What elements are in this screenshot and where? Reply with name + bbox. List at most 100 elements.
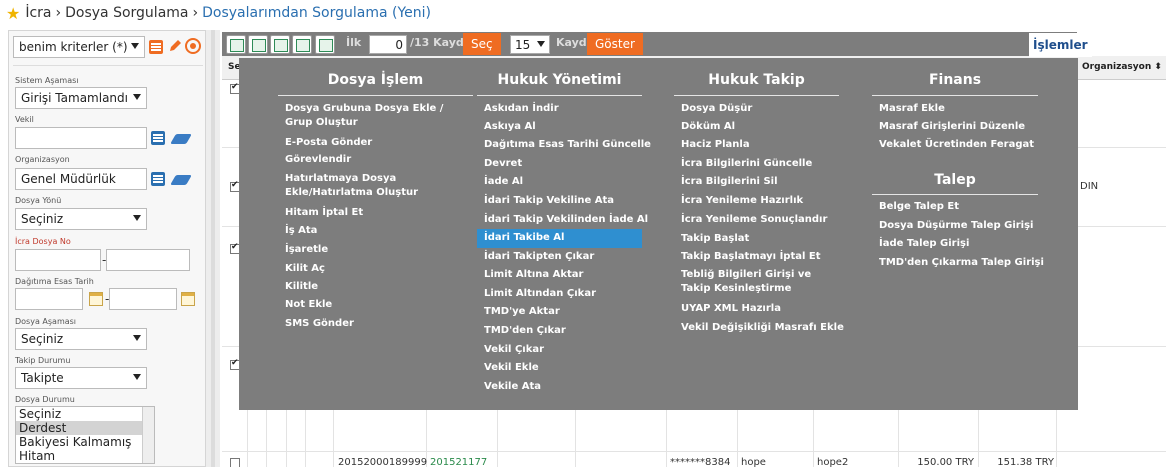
menu-item[interactable]: Kilitle — [278, 280, 473, 294]
menu-item[interactable]: Vekil Ekle — [477, 361, 642, 375]
calendar-icon[interactable] — [89, 292, 103, 306]
sort-icon: ⬍ — [1154, 62, 1162, 72]
menu-item[interactable]: Belge Talep Et — [872, 200, 1038, 214]
list-icon[interactable] — [151, 172, 165, 186]
menu-item[interactable]: Tebliğ Bilgileri Girişi ve Takip Kesinle… — [674, 268, 824, 296]
breadcrumb-current[interactable]: Dosyalarımdan Sorgulama (Yeni) — [202, 5, 431, 21]
menu-item[interactable]: Limit Altına Aktar — [477, 268, 642, 282]
menu-item[interactable]: Hatırlatmaya Dosya Ekle/Hatırlatma Oluşt… — [278, 172, 428, 200]
icra-no-link[interactable]: 201521177 — [430, 457, 487, 467]
panel-splitter[interactable] — [206, 30, 220, 467]
menu-item[interactable]: İcra Yenileme Hazırlık — [674, 194, 839, 208]
dosya-yonu-value: Seçiniz — [21, 212, 64, 226]
menu-item[interactable]: Vekil Çıkar — [477, 343, 642, 357]
dagitima-start-date-input[interactable] — [15, 288, 83, 310]
menu-item[interactable]: Haciz Planla — [674, 138, 839, 152]
criteria-select[interactable]: benim kriterler (*) — [13, 36, 145, 58]
sec-button[interactable]: Seç — [463, 33, 501, 55]
vekil-input[interactable] — [15, 127, 147, 149]
refresh-icon[interactable] — [292, 35, 312, 54]
dagitima-end-date-input[interactable] — [109, 288, 177, 310]
menu-item[interactable]: Dağıtıma Esas Tarihi Güncelle — [477, 138, 651, 152]
menu-item[interactable]: İcra Bilgilerini Sil — [674, 175, 839, 189]
menu-item[interactable]: E-Posta Gönder — [278, 136, 473, 150]
menu-item[interactable]: İade Talep Girişi — [872, 237, 1038, 251]
islemler-menu-button[interactable]: İşlemler — [1029, 33, 1092, 57]
menu-item[interactable]: Vekil Değişikliği Masrafı Ekle — [674, 321, 844, 335]
menu-item[interactable]: Not Ekle — [278, 298, 473, 312]
takip-durumu-select[interactable]: Takipte — [15, 367, 147, 389]
menu-item[interactable]: Devret — [477, 157, 642, 171]
dosya-yonu-select[interactable]: Seçiniz — [15, 208, 147, 230]
copy-icon[interactable] — [315, 35, 335, 54]
menu-item[interactable]: Askıdan İndir — [477, 102, 642, 116]
organizasyon-column-header[interactable]: Organizasyon ⬍ — [1078, 56, 1166, 80]
breadcrumb-root[interactable]: İcra — [25, 5, 51, 21]
menu-item[interactable]: Dosya Düşür — [674, 102, 839, 116]
dosya-durumu-listbox[interactable]: Seçiniz Derdest Bakiyesi Kalmamış Hitam — [15, 406, 155, 464]
pencil-icon[interactable] — [167, 38, 183, 54]
takip-durumu-label: Takip Durumu — [15, 356, 71, 365]
dagitima-esas-tarih-label: Dağıtıma Esas Tarih — [15, 277, 94, 286]
menu-item[interactable]: Dosya Grubuna Dosya Ekle / Grup Oluştur — [278, 102, 468, 130]
menu-item[interactable]: İade Al — [477, 175, 642, 189]
dosya-durumu-option[interactable]: Hitam — [16, 449, 154, 463]
eraser-icon[interactable] — [170, 175, 192, 185]
menu-item[interactable]: İş Ata — [278, 224, 473, 238]
sistem-asamasi-label: Sistem Aşaması — [15, 76, 79, 85]
menu-item[interactable]: Takip Başlat — [674, 232, 839, 246]
menu-item[interactable]: Vekalet Ücretinden Feragat — [872, 138, 1038, 152]
menu-item[interactable]: Kilit Aç — [278, 262, 473, 276]
menu-item[interactable]: Döküm Al — [674, 120, 839, 134]
dosya-asamasi-select[interactable]: Seçiniz — [15, 328, 147, 350]
dosya-durumu-option[interactable]: Derdest — [16, 421, 154, 435]
owner-cell: hope — [741, 457, 766, 467]
dosya-durumu-option[interactable]: Seçiniz — [16, 407, 154, 421]
list-icon[interactable] — [149, 40, 163, 54]
select-all-icon[interactable] — [226, 35, 246, 54]
eraser-icon[interactable] — [170, 134, 192, 144]
menu-item[interactable]: İdari Takip Vekilinden İade Al — [477, 213, 648, 227]
menu-item[interactable]: TMD'den Çıkarma Talep Girişi — [872, 256, 1044, 270]
list-icon[interactable] — [151, 131, 165, 145]
menu-item[interactable]: Hitam İptal Et — [278, 206, 473, 220]
menu-item[interactable]: İdari Takipten Çıkar — [477, 250, 642, 264]
deselect-icon[interactable] — [248, 35, 268, 54]
menu-item[interactable]: İcra Yenileme Sonuçlandır — [674, 213, 839, 227]
menu-item-highlighted[interactable]: İdari Takibe Al — [477, 229, 642, 248]
menu-column-hukuk-takip: Hukuk Takip Dosya Düşür Döküm Al Haciz P… — [674, 58, 844, 410]
menu-item[interactable]: TMD'ye Aktar — [477, 305, 642, 319]
menu-item[interactable]: Masraf Girişlerini Düzenle — [872, 120, 1038, 134]
calendar-icon[interactable] — [181, 292, 195, 306]
page-size-value: 15 — [515, 38, 531, 52]
menu-item[interactable]: SMS Gönder — [278, 317, 473, 331]
star-icon[interactable]: ★ — [6, 4, 20, 23]
icra-dosya-no-number-input[interactable] — [106, 249, 190, 271]
target-icon[interactable] — [185, 38, 201, 54]
ilk-input[interactable]: 0 — [369, 35, 407, 54]
menu-item[interactable]: İdari Takip Vekiline Ata — [477, 194, 642, 208]
icra-dosya-no-year-input[interactable] — [15, 249, 101, 271]
islemler-dropdown-menu: Dosya İşlem Dosya Grubuna Dosya Ekle / G… — [239, 58, 1078, 410]
dosya-durumu-option[interactable]: Bakiyesi Kalmamış — [16, 435, 154, 449]
menu-item[interactable]: Dosya Düşürme Talep Girişi — [872, 219, 1038, 233]
organizasyon-cell: DIN — [1080, 181, 1099, 192]
menu-item[interactable]: UYAP XML Hazırla — [674, 302, 839, 316]
menu-item[interactable]: Masraf Ekle — [872, 102, 1038, 116]
menu-item[interactable]: TMD'den Çıkar — [477, 324, 642, 338]
menu-item[interactable]: Takip Başlatmayı İptal Et — [674, 250, 839, 264]
breadcrumb-level1[interactable]: Dosya Sorgulama — [65, 5, 188, 21]
row-checkbox[interactable] — [230, 458, 240, 467]
page-size-select[interactable]: 15 — [510, 35, 550, 54]
listbox-scrollbar[interactable] — [142, 407, 154, 463]
menu-item[interactable]: İşaretle — [278, 243, 473, 257]
export-icon[interactable] — [270, 35, 290, 54]
goster-button[interactable]: Göster — [587, 33, 643, 55]
menu-item[interactable]: Görevlendir — [278, 153, 473, 167]
menu-item[interactable]: Limit Altından Çıkar — [477, 287, 642, 301]
organizasyon-input[interactable]: Genel Müdürlük — [15, 168, 147, 190]
menu-item[interactable]: Vekile Ata — [477, 380, 642, 394]
sistem-asamasi-select[interactable]: Girişi Tamamlandı — [15, 87, 147, 109]
menu-item[interactable]: Askıya Al — [477, 120, 642, 134]
menu-item[interactable]: İcra Bilgilerini Güncelle — [674, 157, 839, 171]
